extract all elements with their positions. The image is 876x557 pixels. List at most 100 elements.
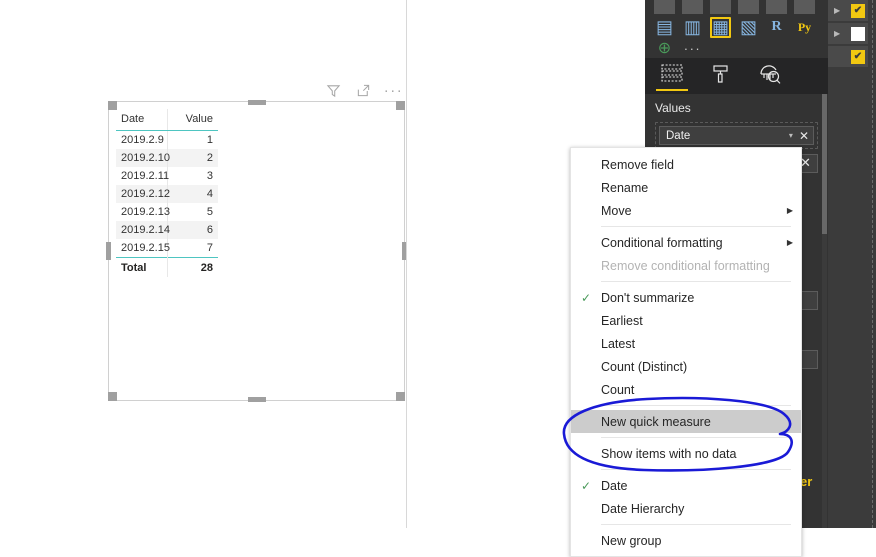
resize-handle-bottom-right[interactable]	[396, 392, 405, 401]
more-options-icon[interactable]: ···	[383, 81, 404, 99]
resize-handle-top-center[interactable]	[247, 100, 266, 105]
menu-item-label: Show items with no data	[601, 446, 737, 461]
menu-item-new-group[interactable]: New group	[571, 529, 801, 552]
menu-item-count-distinct[interactable]: Count (Distinct)	[571, 355, 801, 378]
table-filter-icon[interactable]: ▥	[682, 17, 703, 38]
chevron-right-icon: ▶	[786, 206, 793, 215]
menu-item-label: Date	[601, 478, 628, 493]
menu-item-show-items-with-no-data[interactable]: Show items with no data	[571, 442, 801, 465]
table-row[interactable]: 2019.2.12 4	[116, 185, 218, 203]
get-more-visuals-icon-glyph: ···	[683, 41, 702, 56]
map-filled-icon[interactable]	[654, 0, 675, 14]
menu-item-latest[interactable]: Latest	[571, 332, 801, 355]
viz-icons-row-middle: ▤ ▥ ▦ ▧ R Py	[645, 14, 828, 40]
values-field-well[interactable]: Date ▾ ✕	[655, 122, 818, 149]
menu-item-earliest[interactable]: Earliest	[571, 309, 801, 332]
resize-handle-bottom-center[interactable]	[247, 397, 266, 402]
r-script-icon[interactable]: R	[766, 17, 787, 38]
table-row[interactable]: 2019.2.14 6	[116, 221, 218, 239]
menu-item-date-hierarchy[interactable]: Date Hierarchy	[571, 497, 801, 520]
fields-tab[interactable]	[656, 61, 688, 91]
field-checkbox[interactable]: ✔	[851, 49, 865, 64]
fields-pane-divider	[872, 0, 874, 528]
cell-date: 2019.2.10	[116, 149, 170, 167]
menu-item-label: Remove conditional formatting	[601, 258, 770, 273]
analytics-tab[interactable]	[757, 61, 783, 91]
menu-separator	[601, 226, 791, 227]
table-icon[interactable]: ▦	[710, 16, 731, 38]
menu-item-count[interactable]: Count	[571, 378, 801, 401]
field-pill-date[interactable]: Date ▾ ✕	[659, 126, 814, 145]
cell-value: 7	[166, 239, 218, 258]
menu-separator	[601, 405, 791, 406]
kpi-icon[interactable]	[794, 0, 815, 14]
fields-pane: ▶ ✔ ▶ ✔	[828, 0, 876, 528]
filter-icon[interactable]	[325, 82, 342, 99]
cell-date: 2019.2.9	[121, 134, 164, 146]
field-list-item[interactable]: ✔	[828, 46, 868, 68]
cell-date: 2019.2.11	[121, 170, 170, 182]
menu-separator	[601, 281, 791, 282]
more-options-label: ···	[383, 81, 404, 99]
r-script-icon-glyph: R	[771, 19, 782, 34]
field-context-menu[interactable]: Remove field Rename Move ▶ Conditional forma…	[570, 147, 802, 557]
get-more-visuals-icon[interactable]: ···	[682, 39, 703, 60]
slicer-icon[interactable]: ▤	[654, 17, 675, 38]
chevron-right-icon[interactable]: ▶	[834, 6, 840, 15]
focus-mode-icon[interactable]	[355, 82, 372, 99]
cell-date: 2019.2.15	[121, 242, 170, 254]
resize-handle-middle-left[interactable]	[106, 242, 111, 260]
table-row[interactable]: 2019.2.15 7	[116, 239, 218, 258]
field-list-item[interactable]: ▶ ✔	[828, 0, 868, 22]
resize-handle-top-right[interactable]	[396, 101, 405, 110]
cell-value: 5	[166, 203, 218, 221]
card-icon[interactable]	[738, 0, 759, 14]
menu-item-new-quick-measure[interactable]: New quick measure	[571, 410, 801, 433]
menu-item-label: Rename	[601, 180, 649, 195]
arcgis-maps-icon[interactable]: ⊕	[654, 39, 675, 60]
menu-item-move[interactable]: Move ▶	[571, 199, 801, 222]
table-filter-icon-glyph: ▥	[683, 17, 701, 37]
menu-item-don-t-summarize[interactable]: ✓ Don't summarize	[571, 286, 801, 309]
table-row[interactable]: 2019.2.10 2	[116, 149, 218, 167]
cell-value: 3	[166, 167, 218, 185]
cell-date: 2019.2.12	[116, 185, 170, 203]
menu-item-label: Date Hierarchy	[601, 501, 685, 516]
multirow-card-icon[interactable]	[766, 0, 787, 14]
table-row[interactable]: 2019.2.13 5	[116, 203, 218, 221]
menu-item-conditional-formatting[interactable]: Conditional formatting ▶	[571, 231, 801, 254]
visualization-type-grid: ▤ ▥ ▦ ▧ R Py ⊕ ···	[645, 0, 828, 58]
menu-item-rename[interactable]: Rename	[571, 176, 801, 199]
column-header-date[interactable]: Date	[116, 109, 167, 131]
menu-item-date[interactable]: ✓ Date	[571, 474, 801, 497]
map-shape-icon[interactable]	[682, 0, 703, 14]
remove-field-icon[interactable]: ✕	[799, 130, 809, 142]
table-row[interactable]: 2019.2.11 3	[116, 167, 218, 185]
check-icon: ✓	[581, 478, 592, 493]
table-visual[interactable]: Date Value 2019.2.9 1 2019.2.10 2 2019.2.11 3…	[116, 109, 218, 277]
field-checkbox[interactable]: ✔	[851, 3, 865, 18]
chevron-right-icon[interactable]: ▶	[834, 29, 840, 38]
report-canvas[interactable]: ··· Date Value 2019.2.9 1 2019.2.10 2 2019.2…	[0, 0, 407, 528]
visualizations-pane-scrollbar[interactable]	[822, 94, 827, 528]
chevron-down-icon[interactable]: ▾	[789, 131, 793, 140]
cell-date: 2019.2.13	[121, 206, 170, 218]
column-header-value[interactable]: Value	[166, 109, 218, 131]
field-list-item[interactable]: ▶	[828, 23, 868, 45]
field-checkbox[interactable]	[851, 26, 865, 41]
menu-item-remove-field[interactable]: Remove field	[571, 153, 801, 176]
menu-item-label: Don't summarize	[601, 290, 695, 305]
menu-separator	[601, 469, 791, 470]
table-visual-container[interactable]: Date Value 2019.2.9 1 2019.2.10 2 2019.2.11 3…	[106, 100, 407, 402]
check-icon: ✓	[581, 290, 592, 305]
gauge-icon[interactable]	[710, 0, 731, 14]
menu-separator	[601, 524, 791, 525]
resize-handle-bottom-left[interactable]	[108, 392, 117, 401]
scrollbar-thumb[interactable]	[822, 94, 827, 234]
table-row[interactable]: 2019.2.9 1	[116, 130, 218, 149]
visual-header-toolbar: ···	[325, 82, 402, 99]
table-body: 2019.2.9 1 2019.2.10 2 2019.2.11 3 2019.2.12 4 2…	[116, 130, 218, 258]
format-tab[interactable]	[708, 61, 734, 91]
python-script-icon[interactable]: Py	[794, 17, 815, 38]
matrix-icon[interactable]: ▧	[738, 17, 759, 38]
